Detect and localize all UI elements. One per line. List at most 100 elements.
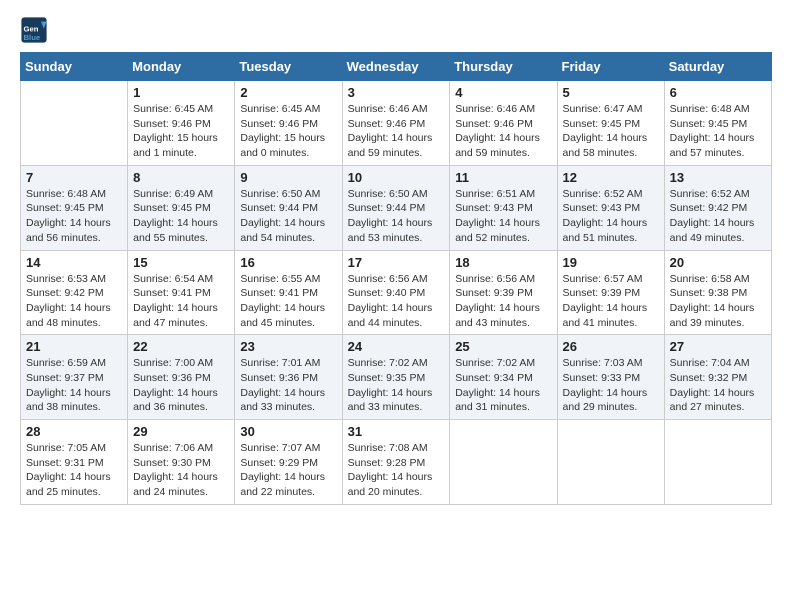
day-cell: 19Sunrise: 6:57 AM Sunset: 9:39 PM Dayli… bbox=[557, 250, 664, 335]
day-number: 17 bbox=[348, 255, 445, 270]
day-number: 16 bbox=[240, 255, 336, 270]
day-header-thursday: Thursday bbox=[450, 53, 557, 81]
day-cell: 15 Sunrise: 6:54 AM Sunset: 9:41 PM Dayli… bbox=[128, 250, 235, 335]
day-header-tuesday: Tuesday bbox=[235, 53, 342, 81]
day-number: 12 bbox=[563, 170, 659, 185]
day-cell: 6 Sunrise: 6:48 AM Sunset: 9:45 PM Daylig… bbox=[664, 81, 771, 166]
day-number: 27 bbox=[670, 339, 766, 354]
day-info: Sunrise: 6:55 AM Sunset: 9:41 PM Dayligh… bbox=[240, 272, 336, 331]
day-cell: 9Sunrise: 6:50 AM Sunset: 9:44 PM Daylig… bbox=[235, 165, 342, 250]
calendar-table: SundayMondayTuesdayWednesdayThursdayFrid… bbox=[20, 52, 772, 505]
day-info: Sunrise: 6:58 AM Sunset: 9:38 PM Dayligh… bbox=[670, 272, 766, 331]
day-info: Sunrise: 6:54 AM Sunset: 9:41 PM Dayligh… bbox=[133, 272, 229, 331]
day-cell: 13Sunrise: 6:52 AM Sunset: 9:42 PM Dayli… bbox=[664, 165, 771, 250]
day-number: 26 bbox=[563, 339, 659, 354]
day-number: 8 bbox=[133, 170, 229, 185]
day-info: Sunrise: 6:52 AM Sunset: 9:42 PM Dayligh… bbox=[670, 187, 766, 246]
day-cell: 23 Sunrise: 7:01 AM Sunset: 9:36 PM Dayli… bbox=[235, 335, 342, 420]
day-info: Sunrise: 6:56 AM Sunset: 9:40 PM Dayligh… bbox=[348, 272, 445, 331]
day-number: 10 bbox=[348, 170, 445, 185]
day-info: Sunrise: 6:46 AM Sunset: 9:46 PM Dayligh… bbox=[348, 102, 445, 161]
day-info: Sunrise: 6:49 AM Sunset: 9:45 PM Dayligh… bbox=[133, 187, 229, 246]
day-number: 1 bbox=[133, 85, 229, 100]
day-info: Sunrise: 6:59 AM Sunset: 9:37 PM Dayligh… bbox=[26, 356, 122, 415]
day-info: Sunrise: 6:52 AM Sunset: 9:43 PM Dayligh… bbox=[563, 187, 659, 246]
day-cell: 10 Sunrise: 6:50 AM Sunset: 9:44 PM Dayli… bbox=[342, 165, 450, 250]
week-row-2: 7Sunrise: 6:48 AM Sunset: 9:45 PM Daylig… bbox=[21, 165, 772, 250]
day-number: 31 bbox=[348, 424, 445, 439]
day-cell: 11Sunrise: 6:51 AM Sunset: 9:43 PM Dayli… bbox=[450, 165, 557, 250]
day-number: 6 bbox=[670, 85, 766, 100]
day-cell: 17 Sunrise: 6:56 AM Sunset: 9:40 PM Dayli… bbox=[342, 250, 450, 335]
week-row-4: 21 Sunrise: 6:59 AM Sunset: 9:37 PM Dayli… bbox=[21, 335, 772, 420]
day-number: 24 bbox=[348, 339, 445, 354]
day-cell: 22 Sunrise: 7:00 AM Sunset: 9:36 PM Dayli… bbox=[128, 335, 235, 420]
page-header: Gen Blue bbox=[20, 16, 772, 44]
day-number: 5 bbox=[563, 85, 659, 100]
day-number: 28 bbox=[26, 424, 122, 439]
week-row-1: 1 Sunrise: 6:45 AM Sunset: 9:46 PM Daylig… bbox=[21, 81, 772, 166]
day-info: Sunrise: 6:46 AM Sunset: 9:46 PM Dayligh… bbox=[455, 102, 551, 161]
day-cell: 25 Sunrise: 7:02 AM Sunset: 9:34 PM Dayli… bbox=[450, 335, 557, 420]
week-row-5: 28 Sunrise: 7:05 AM Sunset: 9:31 PM Dayli… bbox=[21, 420, 772, 505]
day-number: 4 bbox=[455, 85, 551, 100]
day-info: Sunrise: 7:03 AM Sunset: 9:33 PM Dayligh… bbox=[563, 356, 659, 415]
day-number: 22 bbox=[133, 339, 229, 354]
day-header-friday: Friday bbox=[557, 53, 664, 81]
day-cell: 26 Sunrise: 7:03 AM Sunset: 9:33 PM Dayli… bbox=[557, 335, 664, 420]
day-number: 14 bbox=[26, 255, 122, 270]
logo: Gen Blue bbox=[20, 16, 50, 44]
day-number: 21 bbox=[26, 339, 122, 354]
day-header-wednesday: Wednesday bbox=[342, 53, 450, 81]
day-cell: 20 Sunrise: 6:58 AM Sunset: 9:38 PM Dayli… bbox=[664, 250, 771, 335]
day-info: Sunrise: 7:01 AM Sunset: 9:36 PM Dayligh… bbox=[240, 356, 336, 415]
day-cell: 29 Sunrise: 7:06 AM Sunset: 9:30 PM Dayli… bbox=[128, 420, 235, 505]
day-cell: 14 Sunrise: 6:53 AM Sunset: 9:42 PM Dayli… bbox=[21, 250, 128, 335]
day-info: Sunrise: 7:08 AM Sunset: 9:28 PM Dayligh… bbox=[348, 441, 445, 500]
day-info: Sunrise: 7:00 AM Sunset: 9:36 PM Dayligh… bbox=[133, 356, 229, 415]
day-number: 25 bbox=[455, 339, 551, 354]
day-cell: 3 Sunrise: 6:46 AM Sunset: 9:46 PM Daylig… bbox=[342, 81, 450, 166]
day-info: Sunrise: 6:51 AM Sunset: 9:43 PM Dayligh… bbox=[455, 187, 551, 246]
day-info: Sunrise: 6:45 AM Sunset: 9:46 PM Dayligh… bbox=[240, 102, 336, 161]
day-number: 3 bbox=[348, 85, 445, 100]
day-cell: 8 Sunrise: 6:49 AM Sunset: 9:45 PM Daylig… bbox=[128, 165, 235, 250]
day-info: Sunrise: 7:05 AM Sunset: 9:31 PM Dayligh… bbox=[26, 441, 122, 500]
day-cell: 27 Sunrise: 7:04 AM Sunset: 9:32 PM Dayli… bbox=[664, 335, 771, 420]
day-number: 23 bbox=[240, 339, 336, 354]
day-cell: 28 Sunrise: 7:05 AM Sunset: 9:31 PM Dayli… bbox=[21, 420, 128, 505]
day-header-monday: Monday bbox=[128, 53, 235, 81]
day-info: Sunrise: 7:02 AM Sunset: 9:35 PM Dayligh… bbox=[348, 356, 445, 415]
day-info: Sunrise: 6:50 AM Sunset: 9:44 PM Dayligh… bbox=[240, 187, 336, 246]
day-info: Sunrise: 7:04 AM Sunset: 9:32 PM Dayligh… bbox=[670, 356, 766, 415]
day-cell: 5 Sunrise: 6:47 AM Sunset: 9:45 PM Daylig… bbox=[557, 81, 664, 166]
day-number: 2 bbox=[240, 85, 336, 100]
day-number: 20 bbox=[670, 255, 766, 270]
day-info: Sunrise: 7:02 AM Sunset: 9:34 PM Dayligh… bbox=[455, 356, 551, 415]
day-info: Sunrise: 6:56 AM Sunset: 9:39 PM Dayligh… bbox=[455, 272, 551, 331]
svg-text:Gen: Gen bbox=[24, 24, 39, 33]
day-number: 15 bbox=[133, 255, 229, 270]
day-cell bbox=[21, 81, 128, 166]
day-header-saturday: Saturday bbox=[664, 53, 771, 81]
day-cell: 21 Sunrise: 6:59 AM Sunset: 9:37 PM Dayli… bbox=[21, 335, 128, 420]
day-cell: 30Sunrise: 7:07 AM Sunset: 9:29 PM Dayli… bbox=[235, 420, 342, 505]
day-cell: 24 Sunrise: 7:02 AM Sunset: 9:35 PM Dayli… bbox=[342, 335, 450, 420]
day-cell bbox=[664, 420, 771, 505]
day-cell: 18 Sunrise: 6:56 AM Sunset: 9:39 PM Dayli… bbox=[450, 250, 557, 335]
day-info: Sunrise: 6:48 AM Sunset: 9:45 PM Dayligh… bbox=[670, 102, 766, 161]
day-cell: 7Sunrise: 6:48 AM Sunset: 9:45 PM Daylig… bbox=[21, 165, 128, 250]
day-info: Sunrise: 7:06 AM Sunset: 9:30 PM Dayligh… bbox=[133, 441, 229, 500]
header-row: SundayMondayTuesdayWednesdayThursdayFrid… bbox=[21, 53, 772, 81]
day-number: 7 bbox=[26, 170, 122, 185]
day-cell: 16 Sunrise: 6:55 AM Sunset: 9:41 PM Dayli… bbox=[235, 250, 342, 335]
day-info: Sunrise: 6:57 AM Sunset: 9:39 PM Dayligh… bbox=[563, 272, 659, 331]
day-number: 30 bbox=[240, 424, 336, 439]
logo-icon: Gen Blue bbox=[20, 16, 48, 44]
day-info: Sunrise: 6:53 AM Sunset: 9:42 PM Dayligh… bbox=[26, 272, 122, 331]
day-info: Sunrise: 6:47 AM Sunset: 9:45 PM Dayligh… bbox=[563, 102, 659, 161]
day-number: 29 bbox=[133, 424, 229, 439]
day-header-sunday: Sunday bbox=[21, 53, 128, 81]
day-info: Sunrise: 6:50 AM Sunset: 9:44 PM Dayligh… bbox=[348, 187, 445, 246]
day-number: 18 bbox=[455, 255, 551, 270]
